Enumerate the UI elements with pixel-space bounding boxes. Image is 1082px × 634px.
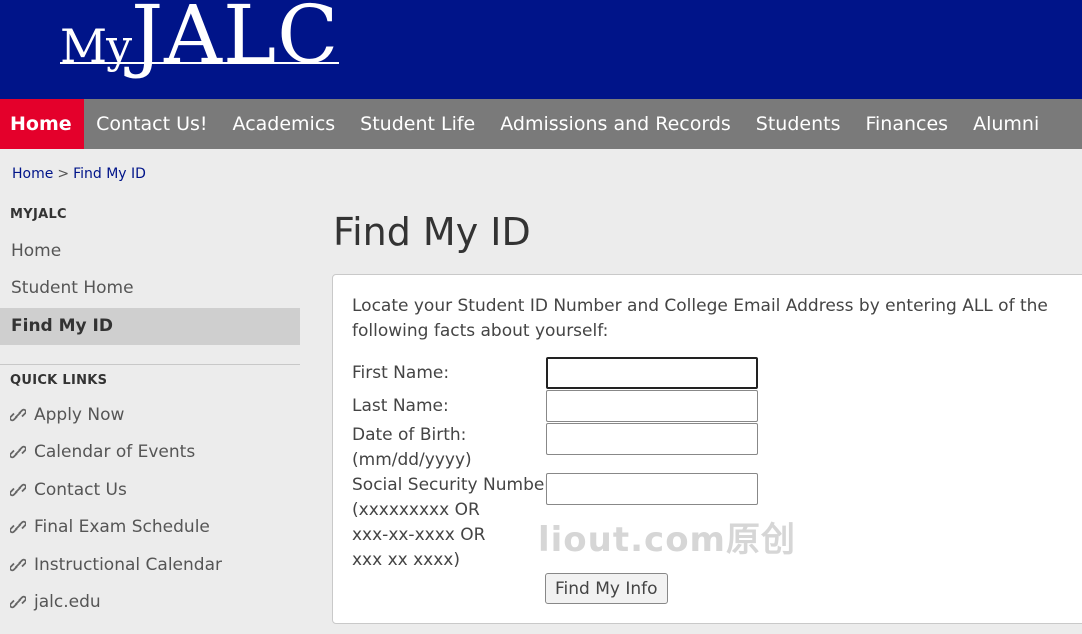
find-my-info-button[interactable]: Find My Info [545, 573, 668, 604]
link-icon [10, 558, 26, 572]
nav-student-life[interactable]: Student Life [348, 99, 488, 149]
breadcrumb-home-link[interactable]: Home [12, 166, 53, 182]
nav-academics[interactable]: Academics [220, 99, 348, 149]
site-header: MyJALC [0, 0, 1082, 99]
ssn-hint-1: (xxxxxxxxx OR [352, 500, 480, 520]
first-name-input[interactable] [546, 357, 758, 389]
nav-home[interactable]: Home [0, 99, 84, 149]
sidebar-item-find-my-id[interactable]: Find My ID [0, 308, 300, 345]
first-name-label: First Name: [352, 363, 450, 383]
quick-link-jalc-edu[interactable]: jalc.edu [10, 592, 101, 612]
breadcrumb-current[interactable]: Find My ID [73, 166, 146, 182]
intro-text: Locate your Student ID Number and Colleg… [352, 296, 1048, 341]
sidebar-heading-myjalc: MYJALC [10, 207, 67, 222]
quick-link-label: Contact Us [34, 480, 127, 500]
last-name-label: Last Name: [352, 396, 449, 416]
ssn-label: Social Security Number: [352, 475, 557, 495]
quick-link-final-exam-schedule[interactable]: Final Exam Schedule [10, 517, 210, 537]
ssn-input[interactable] [546, 473, 758, 505]
breadcrumb: Home > Find My ID [12, 166, 146, 182]
ssn-hint-2: xxx-xx-xxxx OR [352, 525, 486, 545]
quick-link-label: Calendar of Events [34, 442, 196, 462]
nav-students[interactable]: Students [743, 99, 853, 149]
quick-link-label: Instructional Calendar [34, 555, 222, 575]
page-title: Find My ID [333, 210, 531, 254]
main-nav: Home Contact Us! Academics Student Life … [0, 99, 1082, 149]
link-icon [10, 520, 26, 534]
quick-link-label: Final Exam Schedule [34, 517, 210, 537]
link-icon [10, 445, 26, 459]
quick-link-label: Apply Now [34, 405, 125, 425]
sidebar-item-home[interactable]: Home [0, 233, 300, 270]
dob-input[interactable] [546, 423, 758, 455]
quick-link-calendar-of-events[interactable]: Calendar of Events [10, 442, 195, 462]
quick-link-contact-us[interactable]: Contact Us [10, 480, 127, 500]
dob-label: Date of Birth: [352, 425, 467, 445]
nav-admissions-records[interactable]: Admissions and Records [488, 99, 744, 149]
link-icon [10, 483, 26, 497]
logo-my: My [60, 19, 132, 73]
myjalc-logo[interactable]: MyJALC [60, 0, 339, 81]
sidebar-divider [0, 364, 300, 365]
link-icon [10, 595, 26, 609]
sidebar-item-student-home[interactable]: Student Home [0, 270, 300, 307]
ssn-hint-3: xxx xx xxxx) [352, 550, 460, 570]
logo-underline [60, 62, 339, 64]
sidebar-heading-quick-links: QUICK LINKS [10, 373, 108, 388]
quick-link-instructional-calendar[interactable]: Instructional Calendar [10, 555, 222, 575]
nav-alumni[interactable]: Alumni [961, 99, 1052, 149]
last-name-input[interactable] [546, 390, 758, 422]
nav-finances[interactable]: Finances [853, 99, 961, 149]
dob-hint: (mm/dd/yyyy) [352, 450, 472, 470]
breadcrumb-separator: > [57, 166, 70, 182]
watermark: liout.com原创 [538, 520, 796, 560]
nav-contact-us[interactable]: Contact Us! [84, 99, 220, 149]
link-icon [10, 408, 26, 422]
quick-link-label: jalc.edu [34, 592, 101, 612]
quick-link-apply-now[interactable]: Apply Now [10, 405, 124, 425]
logo-jalc: JALC [131, 0, 340, 81]
